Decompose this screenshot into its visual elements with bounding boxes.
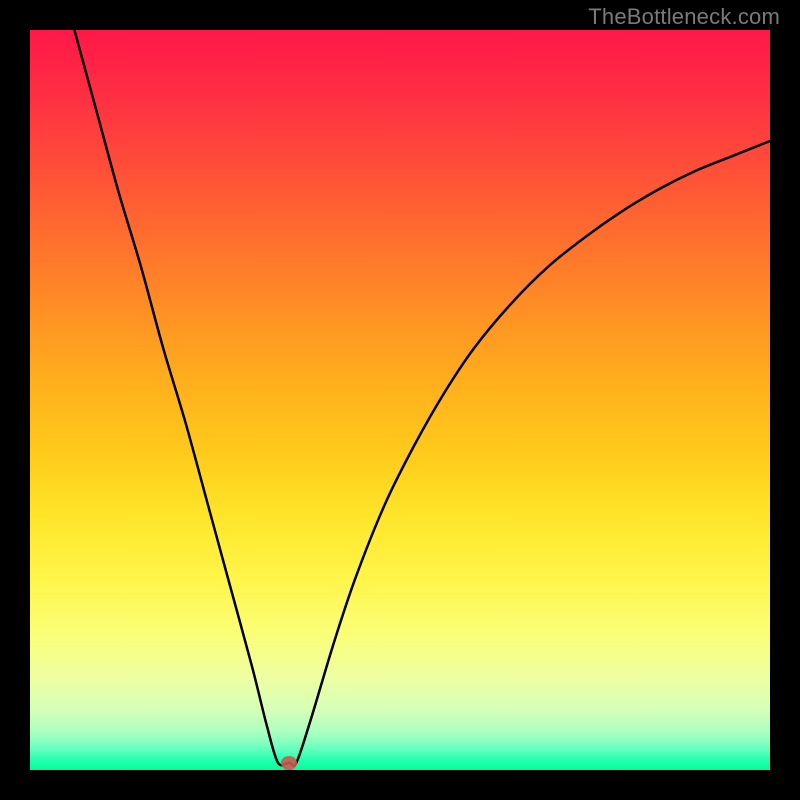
chart-frame: TheBottleneck.com <box>0 0 800 800</box>
optimal-point-marker <box>281 756 297 770</box>
curve-path <box>74 30 770 766</box>
plot-area <box>30 30 770 770</box>
watermark-text: TheBottleneck.com <box>588 4 780 30</box>
bottleneck-curve <box>30 30 770 770</box>
